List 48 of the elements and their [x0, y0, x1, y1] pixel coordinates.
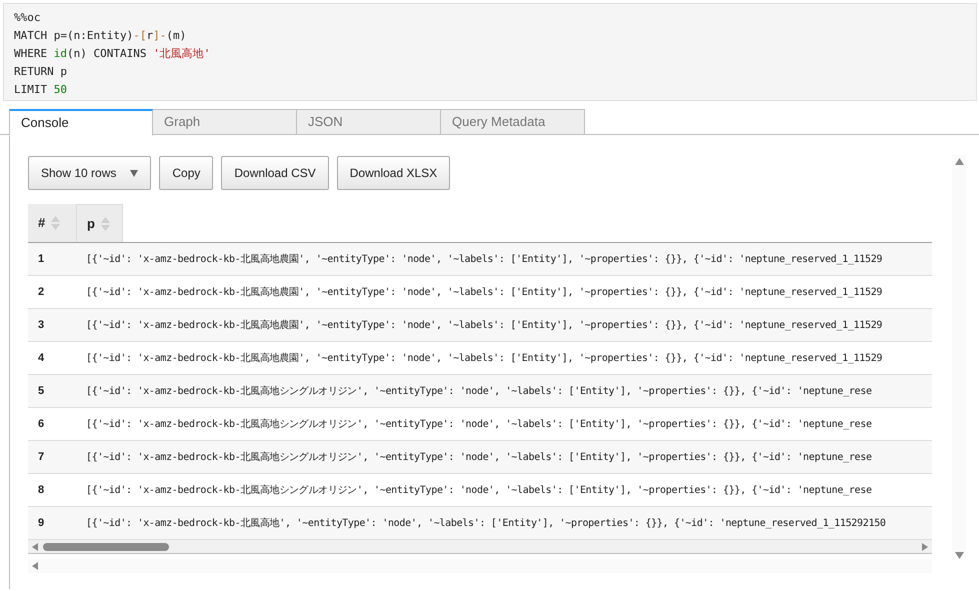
sort-icon	[100, 216, 110, 232]
table-cell-text: [{'~id': 'x-amz-bedrock-kb-北風高地農園', '~entityType': 'node', '~labels': ['Entity'], '~properties': {}}, {'~id': 'neptune_reserved_1_11529	[86, 252, 882, 266]
column-header[interactable]: #	[28, 204, 76, 242]
table-cell-text: [{'~id': 'x-amz-bedrock-kb-北風高地シングルオリジン', '~entityType': 'node', '~labels': ['Entity'], '~properties': {}}, {'~id': 'neptune_rese	[86, 418, 872, 432]
table-cell-text: [{'~id': 'x-amz-bedrock-kb-北風高地農園', '~entityType': 'node', '~labels': ['Entity'], '~properties': {}}, {'~id': 'neptune_reserved_1_11529	[86, 352, 882, 366]
row-index: 4	[37, 350, 46, 366]
code-line: RETURN p	[14, 64, 68, 80]
tab[interactable]: Query Metadata	[441, 109, 585, 135]
horizontal-scrollbar[interactable]	[28, 559, 932, 573]
toolbar-button[interactable]: Copy	[159, 156, 214, 190]
tab[interactable]: JSON	[297, 109, 441, 135]
row-index: 3	[37, 318, 46, 333]
scroll-left-icon[interactable]	[32, 542, 38, 550]
toolbar-button[interactable]: Download XLSX	[336, 156, 450, 190]
vertical-scrollbar[interactable]	[952, 155, 966, 559]
table-cell-text: [{'~id': 'x-amz-bedrock-kb-北風高地シングルオリジン', '~entityType': 'node', '~labels': ['Entity'], '~properties': {}}, {'~id': 'neptune_rese	[86, 450, 872, 464]
scroll-up-icon[interactable]	[954, 158, 964, 165]
table-cell-text: [{'~id': 'x-amz-bedrock-kb-北風高地シングルオリジン', '~entityType': 'node', '~labels': ['Entity'], '~properties': {}}, {'~id': 'neptune_rese	[86, 484, 872, 498]
table-cell-text: [{'~id': 'x-amz-bedrock-kb-北風高地農園', '~entityType': 'node', '~labels': ['Entity'], '~properties': {}}, {'~id': 'neptune_reserved_1_11529	[86, 318, 882, 332]
sort-icon	[51, 215, 60, 231]
header-label: #	[38, 214, 46, 232]
code-cell[interactable]: %%oc MATCH p=(n:Entity)-[r]-(m) WHERE id(n) CONTAINS '北風高地' RETURN p LIMIT 50	[3, 3, 977, 101]
code-line: MATCH p=(n:Entity)-[r]-(m)	[14, 28, 188, 44]
code-line: LIMIT 50	[14, 82, 68, 98]
tab[interactable]: Graph	[153, 109, 297, 135]
row-index: 6	[37, 416, 46, 432]
scroll-left-icon[interactable]	[32, 562, 38, 570]
table-cell-text: [{'~id': 'x-amz-bedrock-kb-北風高地シングルオリジン', '~entityType': 'node', '~labels': ['Entity'], '~properties': {}}, {'~id': 'neptune_rese	[86, 384, 872, 398]
scrollbar-thumb[interactable]	[43, 542, 169, 550]
row-index: 7	[37, 450, 46, 465]
rows-dropdown[interactable]: Show 10 rows	[28, 156, 152, 190]
row-index: 9	[37, 516, 46, 531]
column-header[interactable]: p	[76, 204, 123, 242]
row-index: 5	[37, 384, 46, 399]
code-line: %%oc	[14, 10, 42, 26]
row-index: 2	[37, 284, 46, 300]
row-index: 1	[37, 252, 46, 267]
code-line: WHERE id(n) CONTAINS '北風高地'	[14, 46, 212, 62]
table-cell-text: [{'~id': 'x-amz-bedrock-kb-北風高地農園', '~entityType': 'node', '~labels': ['Entity'], '~properties': {}}, {'~id': 'neptune_reserved_1_11529	[86, 286, 882, 300]
toolbar-button[interactable]: Download CSV	[221, 156, 329, 190]
tab[interactable]: Console	[9, 109, 153, 136]
caret-icon	[130, 170, 138, 176]
scroll-right-icon[interactable]	[922, 542, 928, 550]
horizontal-scrollbar[interactable]	[28, 540, 932, 554]
header-label: p	[87, 214, 95, 233]
table-cell-text: [{'~id': 'x-amz-bedrock-kb-北風高地', '~entityType': 'node', '~labels': ['Entity'], '~properties': {}}, {'~id': 'neptune_reserved_1_115292150	[86, 516, 886, 530]
row-index: 8	[37, 482, 46, 498]
scroll-down-icon[interactable]	[954, 552, 964, 559]
